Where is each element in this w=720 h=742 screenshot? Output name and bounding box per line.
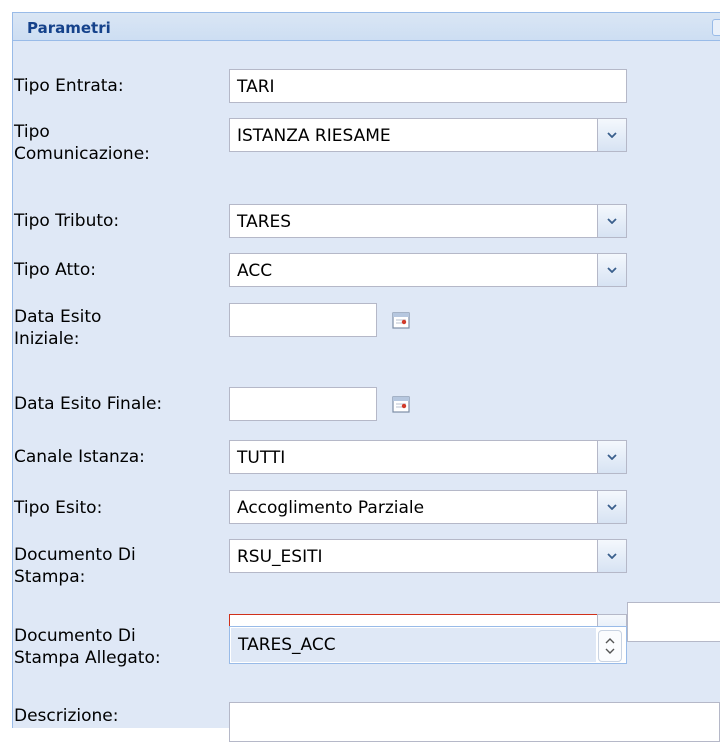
chevron-down-icon[interactable] [597, 490, 627, 524]
chevron-down-icon[interactable] [597, 204, 627, 238]
data-esito-iniziale-label: Data Esito Iniziale: [14, 306, 101, 350]
data-esito-finale-label: Data Esito Finale: [14, 394, 163, 414]
tipo-comunicazione-label: Tipo Comunicazione: [14, 121, 150, 165]
chevron-down-icon[interactable] [597, 440, 627, 474]
adjacent-input[interactable] [627, 602, 720, 642]
tipo-atto-value: ACC [237, 261, 273, 281]
tipo-tributo-combo[interactable]: TARES [229, 204, 627, 238]
documento-stampa-label-line1: Documento Di [14, 545, 136, 565]
up-down-icon[interactable] [598, 630, 622, 662]
panel-title: Parametri [27, 19, 111, 37]
tipo-comunicazione-combo[interactable]: ISTANZA RIESAME [229, 118, 627, 152]
chevron-down-icon[interactable] [597, 253, 627, 287]
descrizione-label: Descrizione: [14, 706, 119, 726]
tipo-entrata-value: TARI [237, 77, 275, 97]
data-esito-iniziale-label-line1: Data Esito [14, 307, 102, 327]
data-esito-iniziale-input[interactable] [229, 303, 377, 337]
dropdown-list: TARES_ACC [229, 626, 627, 664]
tipo-atto-label: Tipo Atto: [14, 260, 96, 280]
tipo-comunicazione-label-line2: Comunicazione: [14, 144, 150, 164]
tipo-tributo-value: TARES [237, 212, 292, 232]
data-esito-finale-input[interactable] [229, 387, 377, 421]
documento-stampa-allegato-label: Documento Di Stampa Allegato: [14, 625, 161, 669]
data-esito-iniziale-label-line2: Iniziale: [14, 329, 80, 349]
documento-stampa-combo[interactable]: RSU_ESITI [229, 539, 627, 573]
tipo-esito-label: Tipo Esito: [14, 498, 103, 518]
canale-istanza-combo[interactable]: TUTTI [229, 440, 627, 474]
tipo-tributo-label: Tipo Tributo: [14, 211, 120, 231]
documento-stampa-allegato-label-line1: Documento Di [14, 626, 136, 646]
tipo-comunicazione-value: ISTANZA RIESAME [237, 126, 391, 146]
dropdown-option-label: TARES_ACC [238, 635, 336, 655]
tipo-esito-value: Accoglimento Parziale [237, 498, 425, 518]
tipo-comunicazione-label-line1: Tipo [14, 122, 50, 142]
canale-istanza-value: TUTTI [237, 448, 286, 468]
calendar-icon[interactable] [386, 303, 416, 337]
documento-stampa-allegato-label-line2: Stampa Allegato: [14, 648, 161, 668]
panel-header: Parametri [13, 13, 720, 41]
documento-stampa-label-line2: Stampa: [14, 567, 86, 587]
chevron-down-icon[interactable] [597, 118, 627, 152]
documento-stampa-value: RSU_ESITI [237, 547, 323, 567]
tipo-entrata-label: Tipo Entrata: [14, 76, 124, 96]
descrizione-input[interactable] [229, 702, 720, 742]
tipo-atto-combo[interactable]: ACC [229, 253, 627, 287]
canale-istanza-label: Canale Istanza: [14, 447, 145, 467]
tipo-entrata-input[interactable]: TARI [229, 69, 627, 103]
documento-stampa-label: Documento Di Stampa: [14, 544, 136, 588]
panel-tool-icon[interactable] [712, 19, 720, 36]
tipo-esito-combo[interactable]: Accoglimento Parziale [229, 490, 627, 524]
calendar-icon[interactable] [386, 387, 416, 421]
chevron-down-icon[interactable] [597, 539, 627, 573]
dropdown-option[interactable]: TARES_ACC [231, 628, 596, 662]
